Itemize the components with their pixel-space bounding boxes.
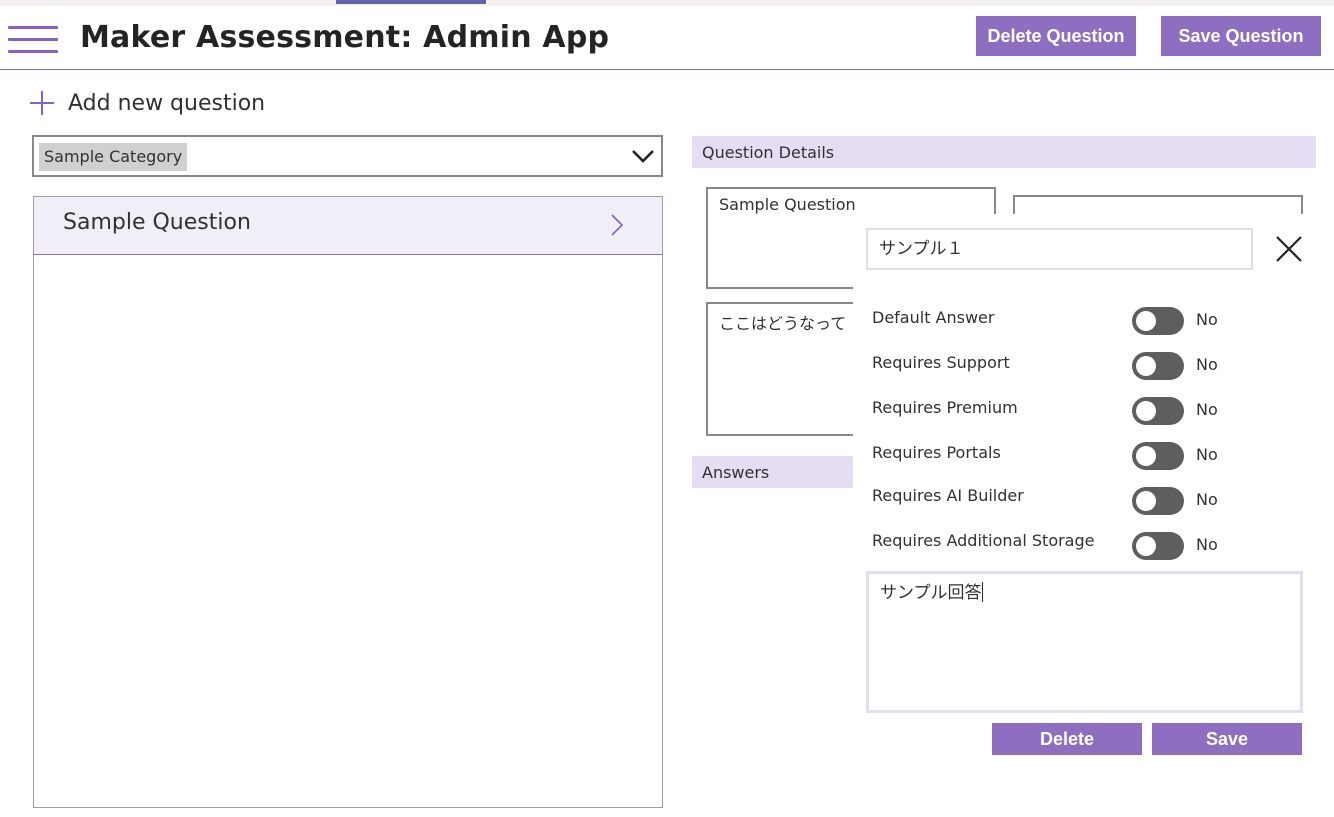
answer-text-area[interactable]: サンプル回答 xyxy=(866,571,1303,713)
requires-ai-builder-toggle[interactable] xyxy=(1132,487,1184,515)
category-dropdown[interactable]: Sample Category xyxy=(32,135,663,177)
chevron-down-icon xyxy=(632,150,654,163)
app-header: Maker Assessment: Admin App Delete Quest… xyxy=(0,6,1334,70)
toggle-label: Requires Additional Storage xyxy=(872,531,1095,550)
category-selected-value: Sample Category xyxy=(39,143,188,171)
add-new-question-label: Add new question xyxy=(68,90,266,116)
requires-additional-storage-toggle[interactable] xyxy=(1132,532,1184,560)
question-list-item-label: Sample Question xyxy=(63,210,251,235)
answers-header: Answers xyxy=(692,456,854,488)
toggle-state-text: No xyxy=(1196,535,1218,554)
question-details-header: Question Details xyxy=(692,136,1316,168)
toggle-label: Requires AI Builder xyxy=(872,486,1024,505)
save-question-button[interactable]: Save Question xyxy=(1161,16,1321,56)
hamburger-menu-icon[interactable] xyxy=(8,26,58,54)
question-list: Sample Question xyxy=(33,196,663,808)
top-accent-line xyxy=(336,0,486,4)
toggle-label: Requires Premium xyxy=(872,398,1018,417)
toggle-row-requires-premium: Requires Premium No xyxy=(872,397,1292,428)
toggle-row-requires-ai-builder: Requires AI Builder No xyxy=(872,486,1292,516)
toggle-label: Requires Portals xyxy=(872,443,1001,462)
toggle-row-requires-support: Requires Support No xyxy=(872,352,1292,383)
toggle-row-requires-portals: Requires Portals No xyxy=(872,442,1292,473)
add-new-question-button[interactable]: Add new question xyxy=(30,86,265,120)
default-answer-toggle[interactable] xyxy=(1132,307,1184,335)
close-icon[interactable] xyxy=(1273,233,1305,265)
toggle-state-text: No xyxy=(1196,355,1218,374)
toggle-state-text: No xyxy=(1196,490,1218,509)
plus-icon xyxy=(30,91,54,115)
toggle-state-text: No xyxy=(1196,400,1218,419)
delete-question-button[interactable]: Delete Question xyxy=(976,16,1136,56)
question-list-item[interactable]: Sample Question xyxy=(34,197,662,255)
toggle-label: Requires Support xyxy=(872,353,1010,372)
toggle-label: Default Answer xyxy=(872,308,995,327)
answer-title-input[interactable]: サンプル１ xyxy=(866,228,1253,270)
save-answer-button[interactable]: Save xyxy=(1152,723,1302,755)
toggle-state-text: No xyxy=(1196,445,1218,464)
requires-support-toggle[interactable] xyxy=(1132,352,1184,380)
requires-portals-toggle[interactable] xyxy=(1132,442,1184,470)
toggle-state-text: No xyxy=(1196,310,1218,329)
toggle-row-requires-additional-storage: Requires Additional Storage No xyxy=(872,531,1292,561)
answer-edit-panel: サンプル１ Default Answer No Requires Support… xyxy=(853,214,1323,774)
requires-premium-toggle[interactable] xyxy=(1132,397,1184,425)
app-title: Maker Assessment: Admin App xyxy=(80,20,610,55)
text-caret xyxy=(981,582,983,602)
toggle-row-default-answer: Default Answer No xyxy=(872,307,1292,338)
delete-answer-button[interactable]: Delete xyxy=(992,723,1142,755)
chevron-right-icon xyxy=(611,214,624,236)
answer-text-value: サンプル回答 xyxy=(880,583,982,603)
